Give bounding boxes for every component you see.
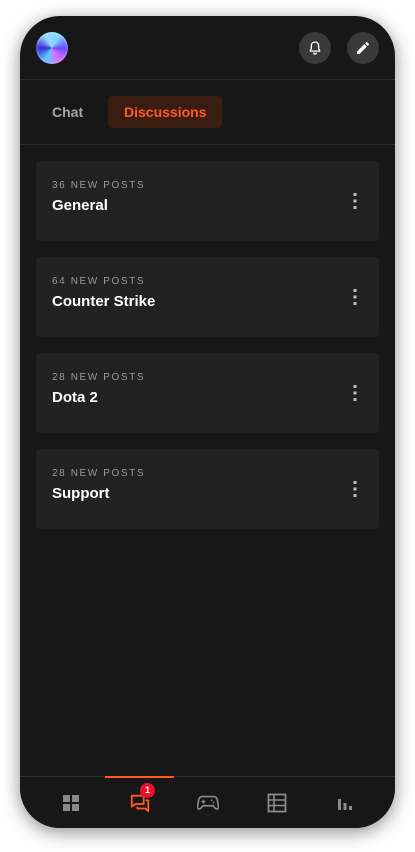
- bottom-navigation: 1: [20, 776, 395, 828]
- new-posts-count: 28 NEW POSTS: [52, 372, 146, 383]
- discussion-title: Support: [52, 485, 110, 502]
- new-posts-count: 36 NEW POSTS: [52, 180, 146, 191]
- tab-chat[interactable]: Chat: [36, 96, 99, 128]
- tab-discussions-label: Discussions: [124, 104, 207, 120]
- discussion-title: Counter Strike: [52, 293, 156, 310]
- nav-item-games[interactable]: [173, 777, 242, 828]
- unread-badge: 1: [140, 783, 155, 798]
- kebab-menu-icon: [353, 193, 357, 209]
- more-options-button[interactable]: [347, 289, 363, 305]
- kebab-menu-icon: [353, 289, 357, 305]
- tab-discussions[interactable]: Discussions: [108, 96, 223, 128]
- grid-icon: [62, 794, 79, 811]
- nav-item-dashboard[interactable]: [36, 777, 105, 828]
- more-options-button[interactable]: [347, 385, 363, 401]
- discussion-title: Dota 2: [52, 389, 98, 406]
- compose-button[interactable]: [347, 32, 379, 64]
- discussion-item-general[interactable]: 36 NEW POSTS General: [36, 161, 379, 241]
- kebab-menu-icon: [353, 481, 357, 497]
- discussion-item-dota-2[interactable]: 28 NEW POSTS Dota 2: [36, 353, 379, 433]
- discussion-title: General: [52, 197, 108, 214]
- phone-screen: Chat Discussions 36 NEW POSTS General 64…: [20, 16, 395, 828]
- bar-chart-icon: [337, 798, 352, 810]
- app-header: [20, 16, 395, 80]
- new-posts-count: 28 NEW POSTS: [52, 468, 146, 479]
- more-options-button[interactable]: [347, 193, 363, 209]
- kebab-menu-icon: [353, 385, 357, 401]
- tab-chat-label: Chat: [52, 104, 84, 120]
- gamepad-icon: [196, 795, 219, 810]
- pencil-icon: [357, 42, 369, 54]
- discussion-item-counter-strike[interactable]: 64 NEW POSTS Counter Strike: [36, 257, 379, 337]
- table-icon: [267, 793, 286, 812]
- new-posts-count: 64 NEW POSTS: [52, 276, 146, 287]
- nav-item-tables[interactable]: [242, 777, 311, 828]
- more-options-button[interactable]: [347, 481, 363, 497]
- bell-icon: [309, 41, 321, 55]
- discussion-item-support[interactable]: 28 NEW POSTS Support: [36, 449, 379, 529]
- tab-bar: Chat Discussions: [20, 80, 395, 145]
- nav-item-stats[interactable]: [310, 777, 379, 828]
- user-avatar[interactable]: [36, 32, 68, 64]
- nav-item-chat[interactable]: 1: [105, 776, 174, 828]
- notifications-button[interactable]: [299, 32, 331, 64]
